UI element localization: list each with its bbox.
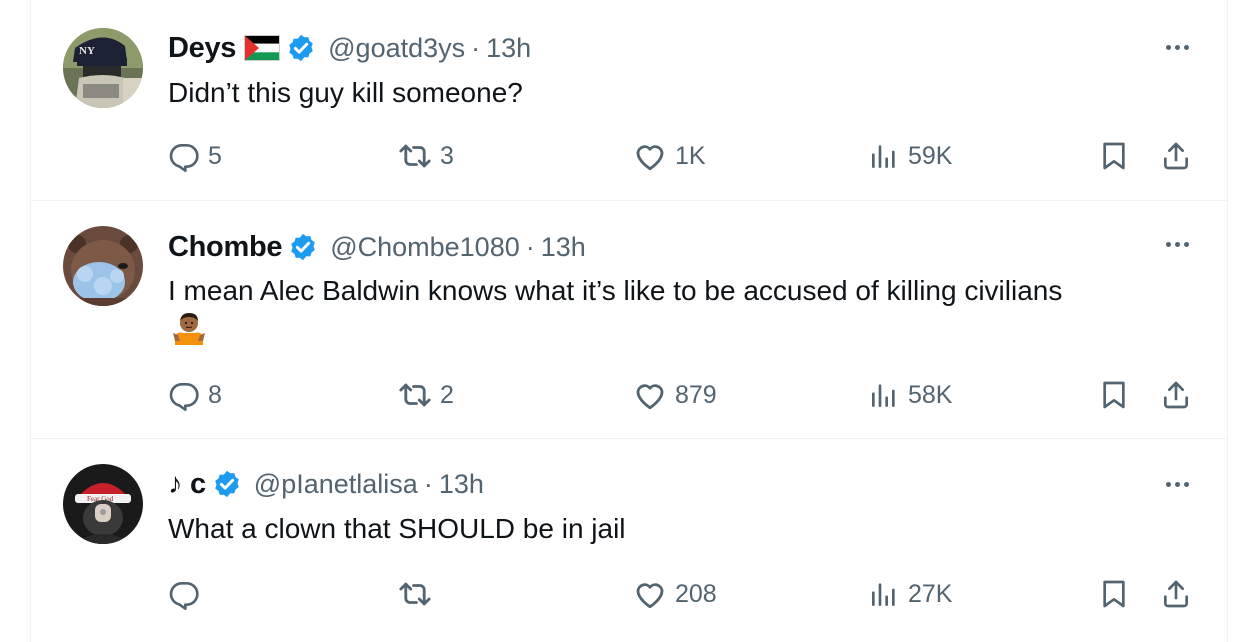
bookmark-icon [1098,578,1130,610]
like-icon [633,139,667,173]
tweet[interactable]: Fear God ♪ c @pIanetlalisa · 13h What a … [31,439,1227,642]
timestamp[interactable]: 13h [541,232,586,263]
separator-dot: · [525,231,535,262]
more-icon[interactable] [1166,482,1189,487]
tweet-header: Deys @goatd3ys · 13h [168,30,531,66]
share-icon [1160,140,1192,172]
bookmark-icon [1098,140,1130,172]
like-icon [633,577,667,611]
separator-dot: · [423,468,433,499]
like-button[interactable]: 1K [633,139,706,173]
more-icon[interactable] [1166,45,1189,50]
views-icon [868,578,900,610]
reply-button[interactable] [168,577,208,611]
reply-icon [168,379,200,411]
repost-count: 3 [440,141,454,170]
display-name[interactable]: Chombe [168,231,283,264]
reply-icon [168,140,200,172]
views-button[interactable]: 59K [868,139,952,173]
like-button[interactable]: 208 [633,577,717,611]
reply-feed: NY Deys @goatd3ys · 13h Didn’t this guy … [30,0,1228,642]
avatar-image: NY [63,28,143,108]
action-bar: 8 2 879 58K [168,378,1198,412]
bookmark-button[interactable] [1098,139,1130,173]
views-count: 59K [908,141,953,170]
timestamp[interactable]: 13h [486,33,531,64]
reply-button[interactable]: 8 [168,378,222,412]
verified-badge-icon[interactable] [286,33,316,63]
views-count: 58K [908,380,953,409]
reply-icon [168,578,200,610]
verified-badge-icon[interactable] [212,469,242,499]
user-handle[interactable]: @Chombe1080 [330,232,520,263]
like-count: 1K [675,141,706,170]
bookmark-button[interactable] [1098,577,1130,611]
views-count: 27K [908,579,953,608]
like-count: 208 [675,579,717,608]
views-button[interactable]: 27K [868,577,952,611]
repost-count: 2 [440,380,454,409]
share-icon [1160,578,1192,610]
repost-icon [398,378,432,412]
action-bar: 208 27K [168,577,1198,611]
like-button[interactable]: 879 [633,378,717,412]
more-icon[interactable] [1166,242,1189,247]
views-icon [868,140,900,172]
repost-icon [398,139,432,173]
verified-badge-icon[interactable] [288,232,318,262]
repost-icon [398,577,432,611]
palestine-flag-icon [244,35,281,61]
reply-button[interactable]: 5 [168,139,222,173]
repost-button[interactable] [398,577,440,611]
tweet-header: ♪ c @pIanetlalisa · 13h [168,466,484,502]
tweet-text: Didn’t this guy kill someone? [168,77,523,108]
reply-count: 8 [208,380,222,409]
display-name[interactable]: Deys [168,32,236,65]
avatar[interactable]: Fear God [63,464,143,544]
share-button[interactable] [1160,378,1192,412]
views-icon [868,379,900,411]
separator-dot: · [471,32,481,63]
tweet[interactable]: Chombe @Chombe1080 · 13h I mean Alec Bal… [31,201,1227,439]
tweet-text: What a clown that SHOULD be in jail [168,513,626,544]
reply-count: 5 [208,141,222,170]
avatar-image: Fear God [63,464,143,544]
person-shrugging-emoji [171,311,207,352]
timestamp[interactable]: 13h [439,469,484,500]
user-handle[interactable]: @goatd3ys [328,33,465,64]
share-button[interactable] [1160,577,1192,611]
tweet[interactable]: NY Deys @goatd3ys · 13h Didn’t this guy … [31,0,1227,201]
share-button[interactable] [1160,139,1192,173]
views-button[interactable]: 58K [868,378,952,412]
tweet-header: Chombe @Chombe1080 · 13h [168,229,586,265]
action-bar: 5 3 1K 59K [168,139,1198,173]
tweet-text: I mean Alec Baldwin knows what it’s like… [168,275,1063,306]
avatar[interactable]: NY [63,28,143,108]
svg-text:NY: NY [79,45,95,57]
user-handle[interactable]: @pIanetlalisa [254,469,418,500]
repost-button[interactable]: 3 [398,139,454,173]
display-name[interactable]: ♪ c [168,468,206,501]
repost-button[interactable]: 2 [398,378,454,412]
bookmark-icon [1098,379,1130,411]
like-icon [633,378,667,412]
bookmark-button[interactable] [1098,378,1130,412]
avatar[interactable] [63,226,143,306]
avatar-image [63,226,143,306]
like-count: 879 [675,380,717,409]
share-icon [1160,379,1192,411]
